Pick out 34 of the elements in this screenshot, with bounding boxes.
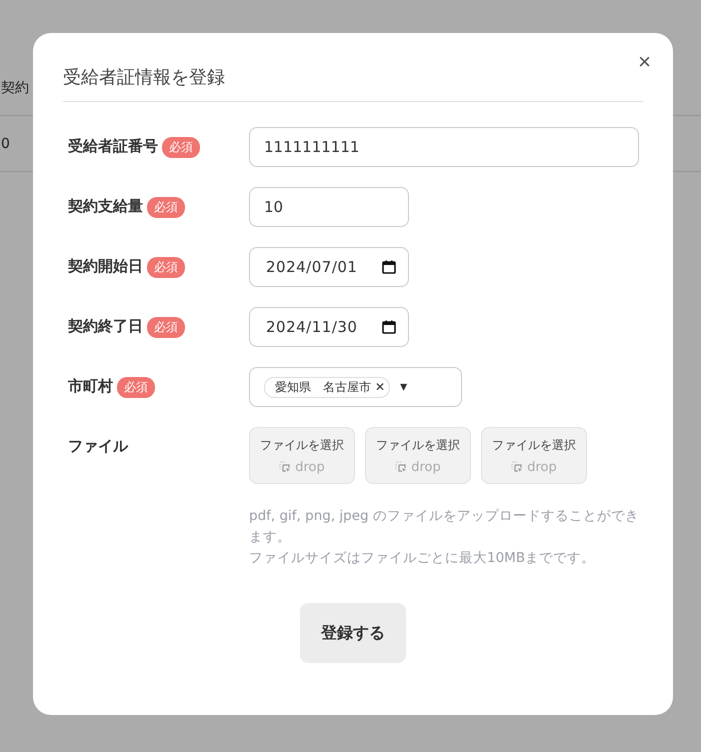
file-upload-button[interactable]: ファイルを選択 drop xyxy=(249,427,355,484)
field-label: 契約開始日 xyxy=(68,257,143,276)
register-button[interactable]: 登録する xyxy=(300,603,406,663)
input-field[interactable]: 1111111111 xyxy=(249,127,639,167)
required-badge: 必須 xyxy=(147,197,185,218)
field-label: 受給者証番号 xyxy=(68,137,158,156)
drop-icon xyxy=(395,461,408,473)
file-upload-button[interactable]: ファイルを選択 drop xyxy=(481,427,587,484)
required-badge: 必須 xyxy=(147,257,185,278)
field-label: ファイル xyxy=(68,437,128,456)
calendar-icon[interactable] xyxy=(382,320,396,334)
date-field[interactable]: 2024/07/01 xyxy=(249,247,409,287)
table-cell: 0 xyxy=(1,136,10,152)
caret-icon[interactable]: ▾ xyxy=(400,379,408,395)
field-label: 契約終了日 xyxy=(68,317,143,336)
help-text: ファイルサイズはファイルごとに最大10MBまでです。 xyxy=(249,549,596,568)
required-badge: 必須 xyxy=(162,137,200,158)
dialog-title: 受給者証情報を登録 xyxy=(63,66,225,89)
required-badge: 必須 xyxy=(147,317,185,338)
date-field[interactable]: 2024/11/30 xyxy=(249,307,409,347)
help-text: pdf, gif, png, jpeg のファイルをアップロードすることができます。 xyxy=(249,507,639,547)
drop-icon xyxy=(511,461,524,473)
drop-icon xyxy=(279,461,292,473)
field-label: 契約支給量 xyxy=(68,197,143,216)
field-label: 市町村 xyxy=(68,377,113,396)
selected-tag: 愛知県 名古屋市 ✕ xyxy=(264,376,390,398)
input-field[interactable]: 10 xyxy=(249,187,409,227)
required-badge: 必須 xyxy=(117,377,155,398)
remove-tag-button[interactable]: ✕ xyxy=(375,380,386,394)
select-field[interactable]: 愛知県 名古屋市 ✕ ▾ xyxy=(249,367,462,407)
calendar-icon[interactable] xyxy=(382,260,396,274)
close-button[interactable]: × xyxy=(638,51,651,73)
file-upload-button[interactable]: ファイルを選択 drop xyxy=(365,427,471,484)
table-header: 契約 xyxy=(1,78,29,96)
